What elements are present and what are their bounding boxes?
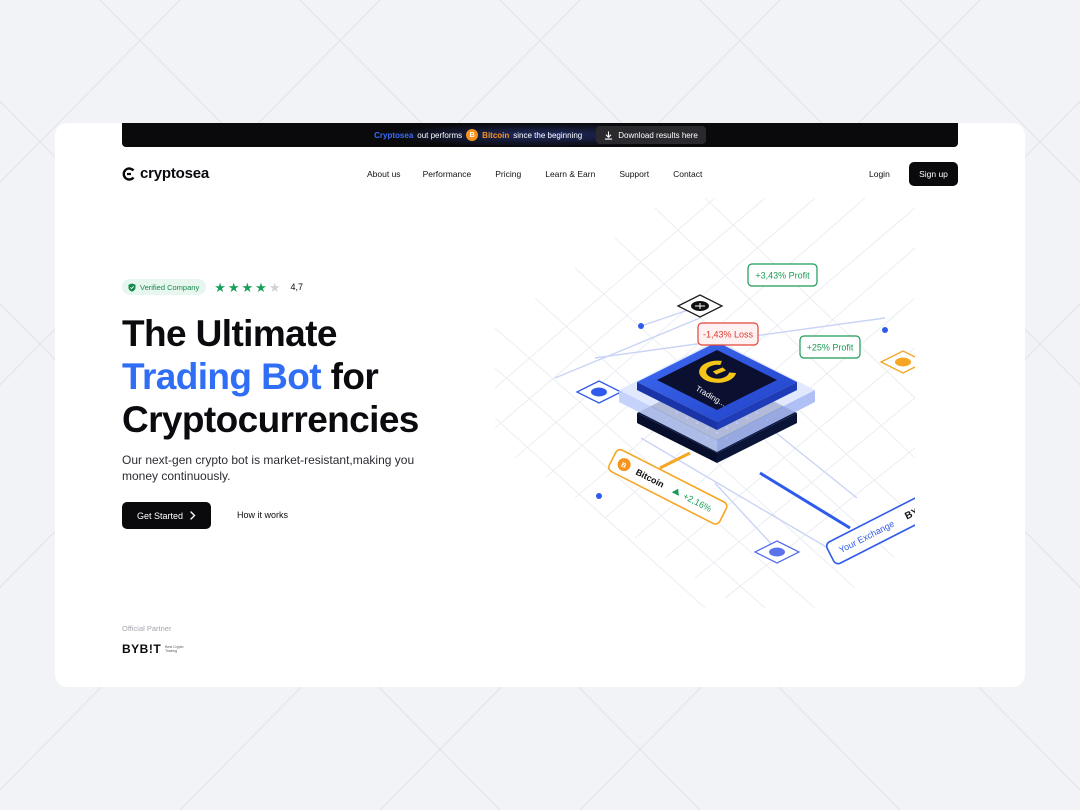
get-started-button[interactable]: Get Started: [122, 502, 211, 529]
star-rating: ★ ★ ★ ★ ★: [214, 281, 280, 294]
how-it-works-link[interactable]: How it works: [237, 510, 288, 520]
partner-label: Official Partner: [122, 624, 172, 633]
loss-tag-text: -1,43% Loss: [703, 330, 754, 340]
logo[interactable]: cryptosea: [122, 165, 209, 182]
nav-learn-earn[interactable]: Learn & Earn: [545, 169, 595, 179]
nav-pricing[interactable]: Pricing: [495, 169, 521, 179]
profit-tag-1: +3,43% Profit: [747, 263, 818, 287]
verified-label: Verified Company: [140, 282, 200, 292]
logo-text: cryptosea: [140, 165, 210, 182]
login-link[interactable]: Login: [869, 169, 890, 179]
trading-bot-illustration: Trading... +3,43% Profit -1,43% Loss +25…: [495, 198, 915, 608]
star-icon: ★: [227, 279, 240, 295]
hero-title-line1: The Ultimate: [122, 313, 337, 354]
download-icon: [605, 130, 613, 140]
hero-card: Cryptosea out performs B Bitcoin since t…: [55, 123, 1025, 687]
partner-logo: BYB!T Best Crypto Trading: [122, 642, 187, 656]
bitcoin-icon: B: [466, 129, 479, 141]
chevron-right-icon: [190, 511, 196, 520]
nav-about-us[interactable]: About us: [367, 169, 401, 179]
nav-performance[interactable]: Performance: [423, 169, 472, 179]
rating-score: 4,7: [290, 282, 303, 292]
star-icon: ★: [241, 279, 254, 295]
nav-contact[interactable]: Contact: [673, 169, 702, 179]
partner-name: BYB!T: [122, 642, 162, 656]
rating-row: Verified Company ★ ★ ★ ★ ★ 4,7: [122, 279, 303, 295]
get-started-label: Get Started: [136, 510, 184, 521]
announcement-mid: out performs: [417, 130, 463, 140]
announcement-coin: Bitcoin: [482, 130, 510, 140]
top-nav: cryptosea About us Performance Pricing L…: [122, 162, 958, 186]
hero-subtitle: Our next-gen crypto bot is market-resist…: [122, 453, 415, 483]
hero-title: The Ultimate Trading Bot for Cryptocurre…: [122, 312, 482, 441]
hero-title-line3: Cryptocurrencies: [122, 399, 419, 440]
partner-tagline: Best Crypto Trading: [165, 645, 184, 653]
exchange-card: Your Exchange BYB!T: [825, 485, 915, 565]
hero-title-for: for: [330, 356, 379, 397]
profit-tag-2-text: +25% Profit: [807, 343, 854, 353]
profit-tag-1-text: +3,43% Profit: [755, 271, 810, 281]
download-label: Download results here: [618, 130, 698, 140]
trading-chip: Trading...: [619, 340, 815, 463]
star-icon: ★: [214, 279, 226, 295]
nav-support[interactable]: Support: [619, 169, 649, 179]
loss-tag: -1,43% Loss: [697, 322, 759, 346]
token-badge-orange: [879, 350, 915, 374]
bitcoin-card: B Bitcoin +2,16%: [608, 448, 728, 525]
shield-check-icon: [128, 283, 136, 292]
announcement-text: Cryptosea out performs B Bitcoin since t…: [374, 129, 582, 141]
hero-title-highlight: Trading Bot: [122, 356, 322, 397]
cryptosea-logo-icon: [122, 166, 135, 181]
verified-badge: Verified Company: [122, 279, 207, 295]
profit-tag-2: +25% Profit: [799, 335, 861, 359]
star-empty-icon: ★: [268, 279, 281, 295]
signup-button[interactable]: Sign up: [909, 162, 958, 186]
star-icon: ★: [255, 279, 267, 295]
token-badge-dark: [676, 294, 724, 318]
announcement-bar: Cryptosea out performs B Bitcoin since t…: [122, 123, 958, 147]
download-results-button[interactable]: Download results here: [596, 126, 706, 144]
announcement-end: since the beginning: [513, 130, 583, 140]
announcement-brand: Cryptosea: [374, 130, 414, 140]
token-badge-blue: [575, 380, 623, 404]
nav-links: About us Performance Pricing Learn & Ear…: [367, 169, 702, 179]
